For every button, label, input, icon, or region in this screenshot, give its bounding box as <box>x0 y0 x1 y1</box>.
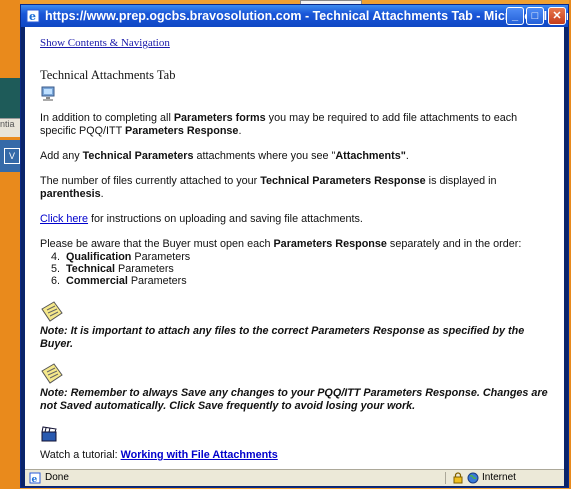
list-item: 5. Technical Parameters <box>51 263 174 275</box>
globe-icon <box>467 472 479 484</box>
note-save-changes: Note: Remember to always Save any change… <box>40 387 548 412</box>
tutorial-paragraph: Watch a tutorial: Working with File Atta… <box>40 449 278 461</box>
title-bar[interactable]: e https://www.prep.ogcbs.bravosolution.c… <box>21 5 568 27</box>
order-paragraph: Please be aware that the Buyer must open… <box>40 238 522 250</box>
internet-explorer-icon: e <box>26 9 40 23</box>
status-bar: e Done Internet <box>25 469 564 486</box>
attachments-paragraph: Add any Technical Parameters attachments… <box>40 150 409 162</box>
close-button[interactable]: ✕ <box>548 7 566 25</box>
maximize-button[interactable]: □ <box>526 7 544 25</box>
svg-text:e: e <box>32 475 38 484</box>
lock-icon <box>453 472 463 484</box>
security-zone-text: Internet <box>482 472 516 483</box>
status-divider <box>445 472 446 484</box>
page-title: Technical Attachments Tab <box>40 68 176 82</box>
video-clapper-icon <box>41 426 57 442</box>
note-correct-response: Note: It is important to attach any file… <box>40 325 525 350</box>
list-item: 4. Qualification Parameters <box>51 251 191 263</box>
show-contents-navigation-link[interactable]: Show Contents & Navigation <box>40 37 552 50</box>
window-title: https://www.prep.ogcbs.bravosolution.com… <box>45 9 568 23</box>
page-content: Show Contents & Navigation Technical Att… <box>25 27 564 470</box>
instructions-paragraph: Click here for instructions on uploading… <box>40 213 363 225</box>
count-paragraph: The number of files currently attached t… <box>40 175 497 200</box>
tutorial-link[interactable]: Working with File Attachments <box>121 449 278 461</box>
browser-window: e https://www.prep.ogcbs.bravosolution.c… <box>20 4 569 488</box>
background-strip-text: ntia <box>0 119 15 129</box>
minimize-button[interactable]: _ <box>506 7 524 25</box>
background-toolbar: V <box>0 140 20 172</box>
order-list: 4. Qualification Parameters 5. Technical… <box>40 251 552 287</box>
list-item: 6. Commercial Parameters <box>51 275 187 287</box>
page-icon: e <box>29 472 41 484</box>
background-left <box>0 0 20 489</box>
note-icon <box>41 363 63 384</box>
svg-text:e: e <box>29 10 36 23</box>
intro-paragraph: In addition to completing all Parameters… <box>40 112 518 137</box>
background-button[interactable]: V <box>4 148 20 164</box>
status-text: Done <box>45 472 69 483</box>
monitor-icon <box>41 86 55 101</box>
background-strip: ntia <box>0 118 20 137</box>
click-here-link[interactable]: Click here <box>40 213 88 225</box>
note-icon <box>41 301 63 322</box>
